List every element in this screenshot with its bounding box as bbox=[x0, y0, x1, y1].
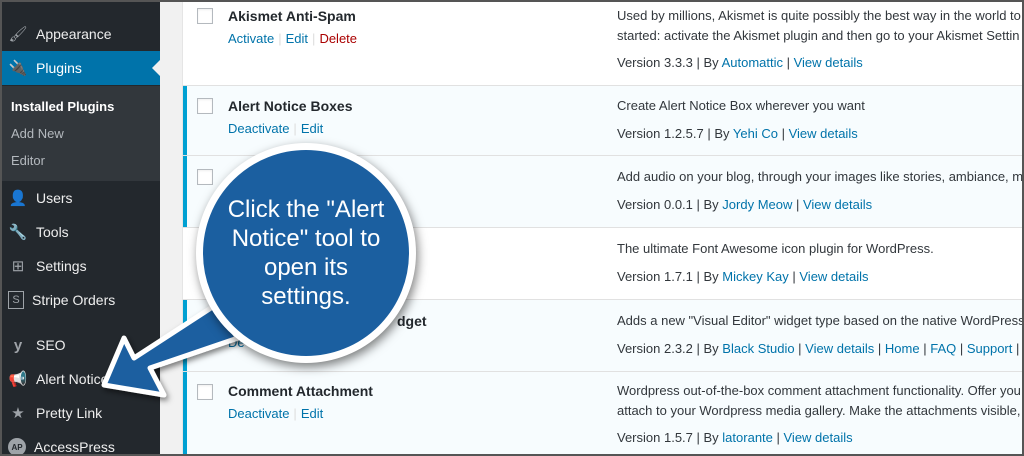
callout-text: Click the "Alert Notice" tool to open it… bbox=[227, 196, 385, 310]
callout-arrow bbox=[101, 303, 241, 398]
callout-bubble: Click the "Alert Notice" tool to open it… bbox=[196, 143, 416, 363]
